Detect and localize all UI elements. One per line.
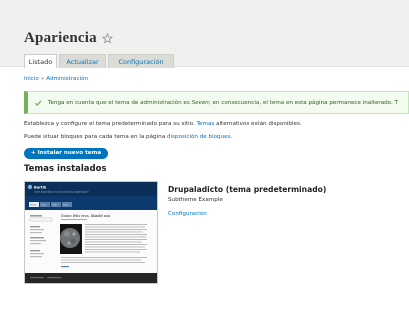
preview-site-name: Bartik — [34, 186, 47, 190]
theme-screenshot: Bartik Lorem ipsum dolor sit amet consec… — [24, 181, 158, 284]
tab-configuracion[interactable]: Configuración — [108, 54, 174, 68]
check-icon — [34, 99, 42, 106]
star-icon[interactable] — [101, 33, 113, 44]
breadcrumb-home-link[interactable]: Inicio — [24, 76, 39, 82]
title-row: Apariencia — [24, 30, 113, 47]
intro-line-2: Puede situar bloques para cada tema en l… — [24, 134, 233, 140]
primary-tabs: Listado Actualizar Configuración — [24, 54, 176, 68]
preview-article-title: Donec felis eros, blandit non — [61, 214, 111, 218]
intro-line-1: Establezca y configure el tema predeterm… — [24, 121, 302, 127]
breadcrumb-separator: » — [40, 76, 45, 82]
breadcrumb: Inicio» Administración — [24, 76, 88, 82]
status-message-text: Tenga en cuenta que el tema de administr… — [48, 99, 398, 106]
preview-nav-item: Home — [31, 205, 38, 207]
tab-listado[interactable]: Listado — [24, 54, 57, 68]
breadcrumb-admin-link[interactable]: Administración — [46, 76, 88, 82]
install-new-theme-button[interactable]: + Instalar nuevo tema — [24, 148, 109, 159]
theme-screenshot-image: Bartik Lorem ipsum dolor sit amet consec… — [25, 182, 157, 283]
installed-themes-heading: Temas instalados — [24, 164, 107, 174]
theme-description: Subtheme Example — [168, 197, 223, 203]
preview-site-slogan: Lorem ipsum dolor sit amet consectetur a… — [34, 191, 89, 194]
page-title: Apariencia — [24, 30, 97, 46]
theme-name: Drupaladicto (tema predeterminado) — [168, 185, 327, 194]
status-message: Tenga en cuenta que el tema de administr… — [24, 91, 409, 114]
block-layout-link[interactable]: disposición de bloques — [167, 134, 231, 140]
tab-actualizar[interactable]: Actualizar — [59, 54, 106, 68]
page-header: Apariencia Listado Actualizar Configurac… — [0, 0, 409, 68]
theme-settings-link[interactable]: Configuración — [168, 211, 207, 217]
themes-link[interactable]: Temas — [197, 121, 215, 127]
